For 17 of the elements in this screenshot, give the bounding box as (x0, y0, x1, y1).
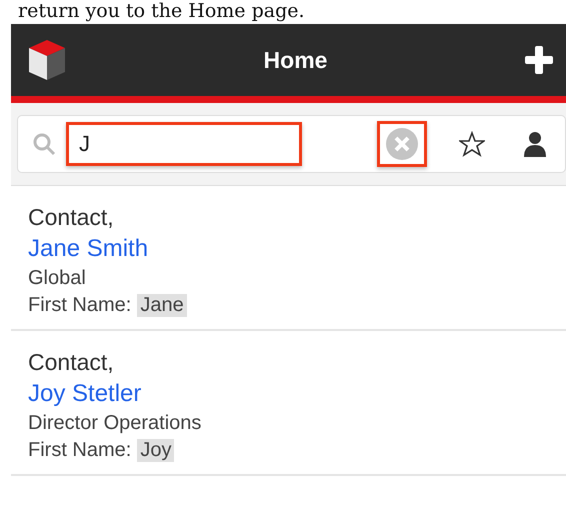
add-icon[interactable] (524, 45, 554, 75)
record-detail: Director Operations (28, 412, 202, 435)
match-highlight: Jane (137, 294, 187, 317)
search-field[interactable]: J (66, 122, 302, 166)
clear-button[interactable] (377, 121, 427, 167)
record-link[interactable]: Jane Smith (28, 235, 566, 263)
search-icon (32, 132, 56, 156)
record-type: Contact, (28, 349, 115, 376)
header-title: Home (264, 46, 328, 74)
record-type: Contact, (28, 204, 115, 231)
match-highlight: Joy (137, 439, 174, 462)
match-label: First Name: (28, 439, 132, 462)
record-detail: Global (28, 267, 87, 290)
match-label: First Name: (28, 294, 132, 317)
document-text: return you to the Home page. (17, 0, 306, 24)
cube-logo-icon[interactable] (27, 38, 67, 82)
record-link[interactable]: Joy Stetler (28, 380, 566, 408)
